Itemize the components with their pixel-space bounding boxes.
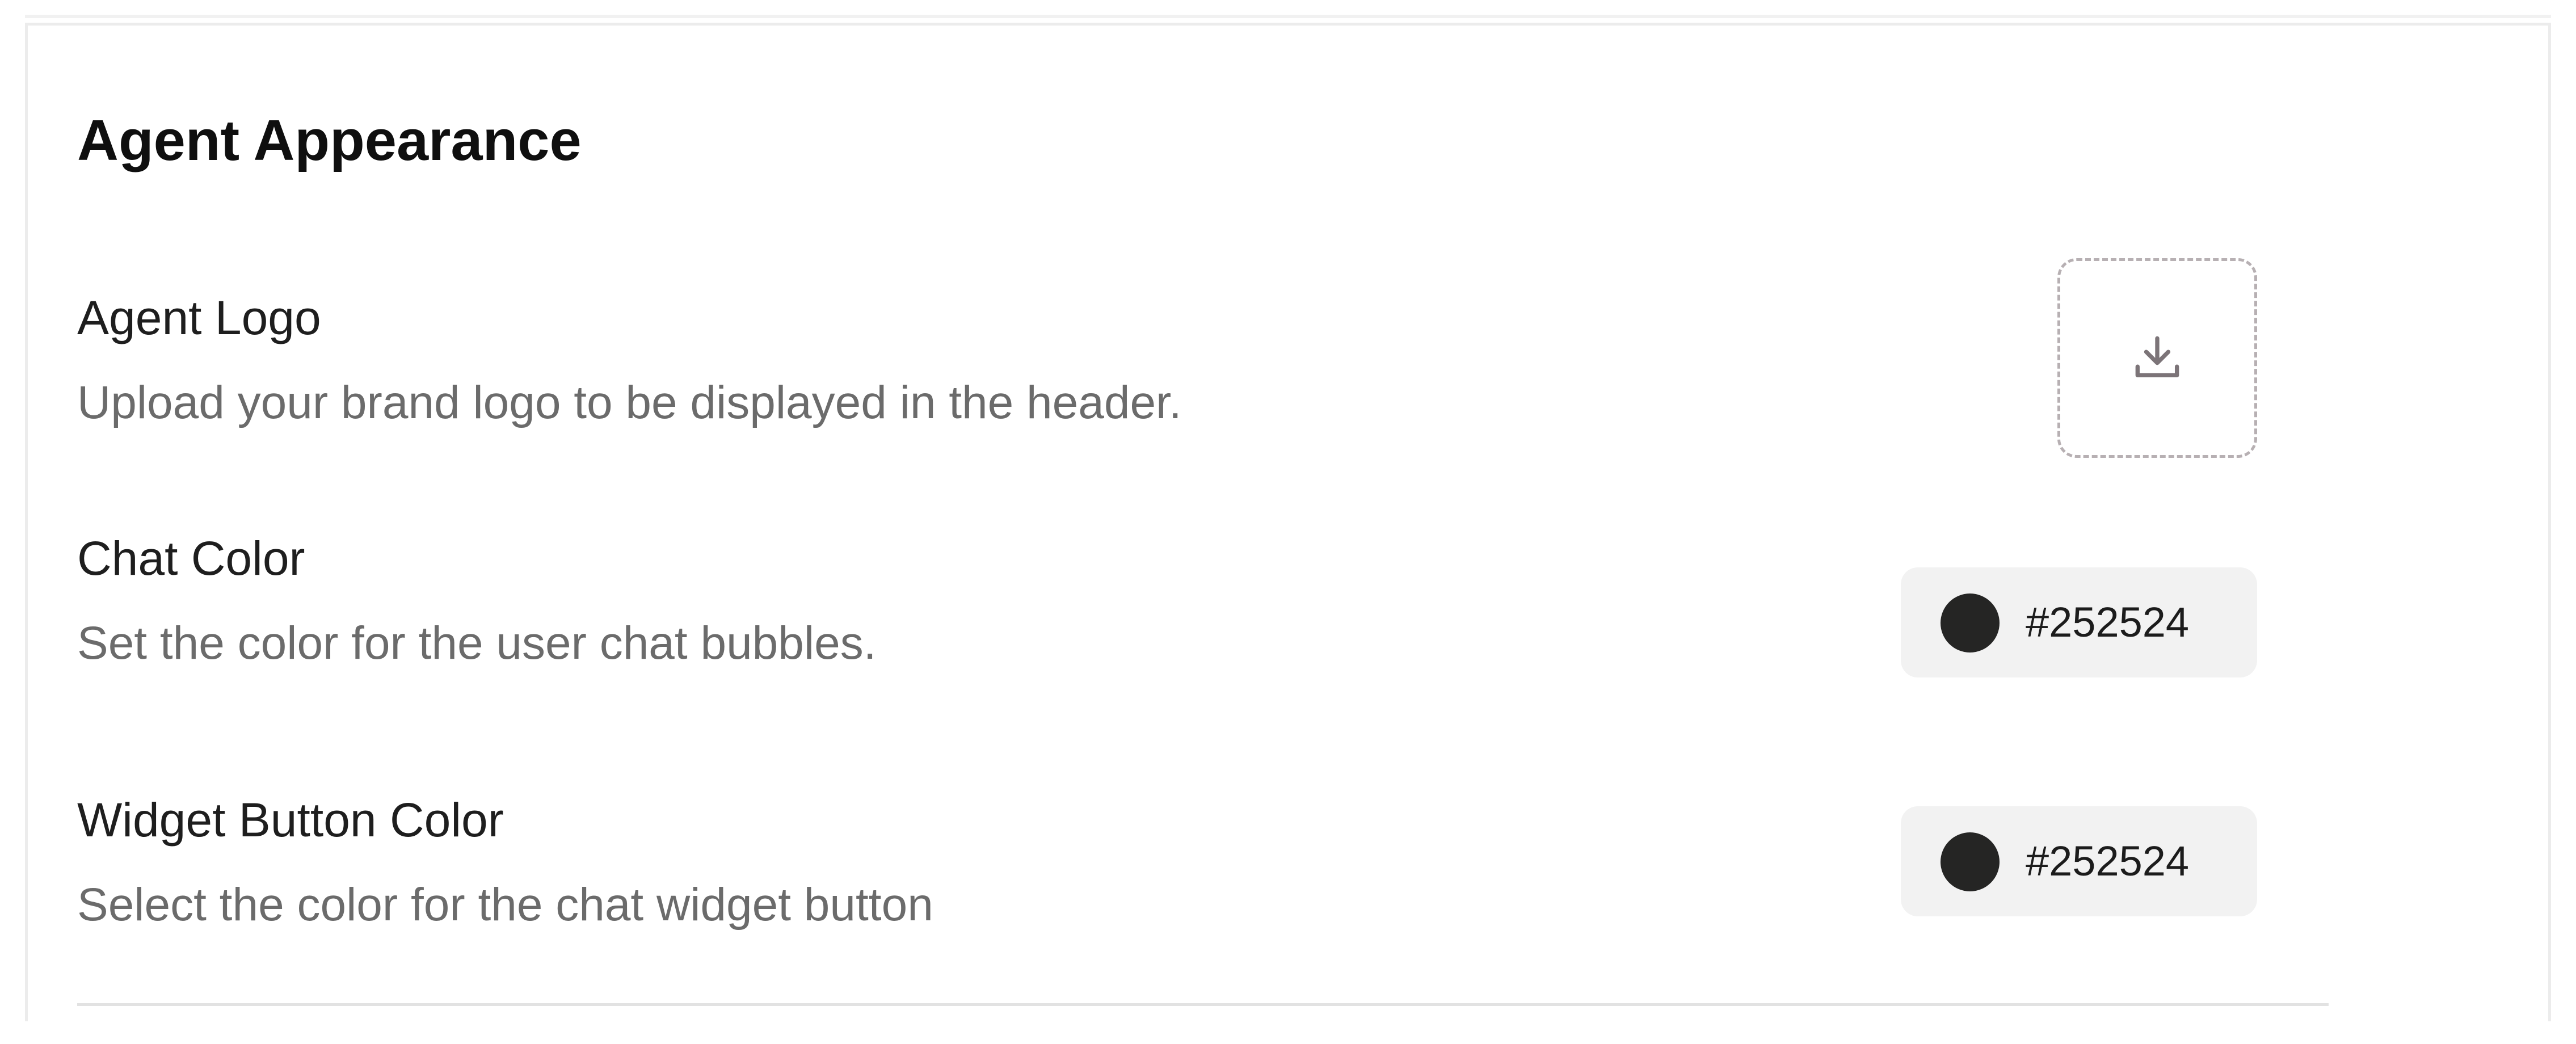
download-tray-icon (2135, 336, 2179, 378)
widget-button-color-description: Select the color for the chat widget but… (77, 879, 933, 931)
widget-button-color-picker[interactable]: #252524 (1901, 806, 2257, 916)
widget-button-color-hex-value: #252524 (2026, 837, 2190, 885)
chat-color-title: Chat Color (77, 532, 305, 585)
chat-color-picker[interactable]: #252524 (1901, 567, 2257, 677)
agent-logo-description: Upload your brand logo to be displayed i… (77, 377, 1182, 428)
chat-color-hex-value: #252524 (2026, 599, 2190, 646)
section-divider (77, 1003, 2329, 1006)
chat-color-swatch (1941, 593, 2000, 653)
top-divider (25, 15, 2551, 18)
widget-button-color-title: Widget Button Color (77, 793, 504, 847)
agent-logo-title: Agent Logo (77, 291, 321, 344)
widget-button-color-swatch (1941, 832, 2000, 891)
logo-upload-button[interactable] (2057, 258, 2257, 458)
section-title: Agent Appearance (77, 109, 582, 172)
chat-color-description: Set the color for the user chat bubbles. (77, 617, 877, 669)
